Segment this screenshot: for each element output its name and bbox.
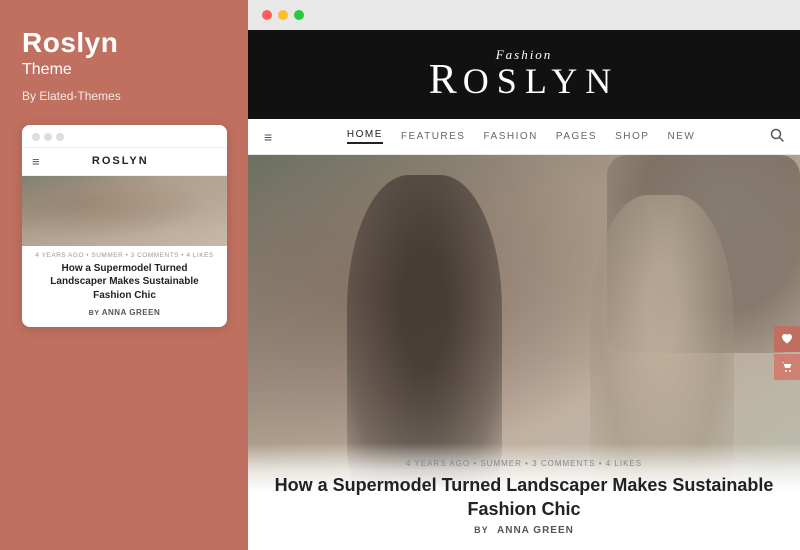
browser-dot-red[interactable] [262, 10, 272, 20]
article-byline: by ANNA GREEN [268, 525, 780, 536]
article-overlay: 4 YEARS AGO • SUMMER • 3 COMMENTS • 4 LI… [248, 443, 800, 550]
site-logo-main: ROSLYN [268, 57, 780, 103]
nav-link-features[interactable]: FEATURES [401, 131, 466, 142]
article-meta: 4 YEARS AGO • SUMMER • 3 COMMENTS • 4 LI… [268, 459, 780, 468]
nav-link-pages[interactable]: PAGES [556, 131, 597, 142]
mobile-dot-1 [32, 133, 40, 141]
side-icons [774, 326, 800, 380]
nav-search-icon[interactable] [770, 128, 784, 145]
mobile-author-name: ANNA GREEN [102, 308, 160, 317]
mobile-dot-2 [44, 133, 52, 141]
wishlist-button[interactable] [774, 326, 800, 352]
theme-title: Roslyn [22, 28, 226, 59]
site-logo-r: R [429, 57, 463, 103]
nav-hamburger-icon[interactable]: ≡ [264, 129, 272, 145]
article-author: ANNA GREEN [497, 525, 574, 536]
site-header: Fashion ROSLYN [248, 30, 800, 119]
site-logo-rest: OSLYN [463, 61, 619, 101]
browser-dot-yellow[interactable] [278, 10, 288, 20]
mobile-article-title: How a Supermodel Turned Landscaper Makes… [22, 262, 227, 309]
mobile-article-byline: by ANNA GREEN [22, 308, 227, 327]
mobile-top-bar [22, 125, 227, 148]
byline-pre: by [474, 525, 489, 535]
article-title: How a Supermodel Turned Landscaper Makes… [268, 474, 780, 521]
mobile-byline-pre: by [89, 310, 100, 317]
browser-content: Fashion ROSLYN ≡ HOME FEATURES FASHION P… [248, 30, 800, 550]
theme-subtitle: Theme [22, 61, 226, 79]
mobile-nav-bar: ≡ ROSLYN [22, 148, 227, 176]
mobile-logo: ROSLYN [92, 155, 149, 167]
mobile-dots [32, 133, 64, 141]
mobile-dot-3 [56, 133, 64, 141]
mobile-article-image-inner [22, 176, 227, 246]
nav-link-new[interactable]: NEW [667, 131, 695, 142]
theme-author: By Elated-Themes [22, 89, 226, 103]
mobile-hamburger-icon[interactable]: ≡ [32, 155, 40, 168]
nav-links: HOME FEATURES FASHION PAGES SHOP NEW [347, 129, 695, 144]
mobile-article-meta: 4 YEARS AGO • SUMMER • 3 COMMENTS • 4 LI… [22, 246, 227, 262]
left-panel: Roslyn Theme By Elated-Themes ≡ ROSLYN 4… [0, 0, 248, 550]
site-main: 4 YEARS AGO • SUMMER • 3 COMMENTS • 4 LI… [248, 155, 800, 550]
cart-button[interactable] [774, 354, 800, 380]
mobile-preview-card: ≡ ROSLYN 4 YEARS AGO • SUMMER • 3 COMMEN… [22, 125, 227, 328]
browser-dot-green[interactable] [294, 10, 304, 20]
browser-chrome [248, 0, 800, 30]
site-nav: ≡ HOME FEATURES FASHION PAGES SHOP NEW [248, 119, 800, 155]
browser-panel: Fashion ROSLYN ≡ HOME FEATURES FASHION P… [248, 0, 800, 550]
nav-link-fashion[interactable]: FASHION [483, 131, 537, 142]
nav-link-shop[interactable]: SHOP [615, 131, 649, 142]
mobile-article-image [22, 176, 227, 246]
nav-link-home[interactable]: HOME [347, 129, 383, 144]
